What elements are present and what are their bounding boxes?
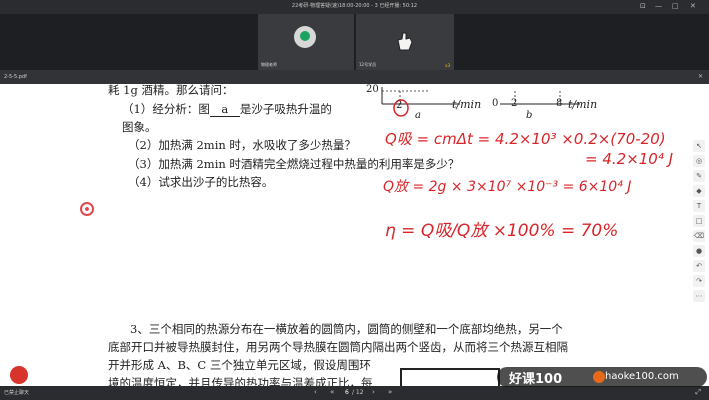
document-tabstrip: 2-5-5.pdf ✕ [0, 70, 709, 84]
shape-tool-icon[interactable]: □ [693, 215, 705, 227]
q1-suffix: 是沙子吸热升温的 [239, 102, 332, 116]
handwriting-line-2: = 4.2×10⁴ J [585, 150, 674, 168]
handwriting-line-3: Q放 = 2g × 3×10⁷ ×10⁻³ = 6×10⁴ J [383, 179, 632, 195]
undo-tool-icon[interactable]: ↶ [693, 260, 705, 272]
watermark-dot-icon [593, 371, 605, 383]
first-page-icon[interactable]: « [330, 388, 334, 396]
graph-label-0: 0 [492, 98, 499, 109]
video-tile-teacher[interactable]: 物理老师 [258, 14, 354, 70]
eraser-tool-icon[interactable]: ◆ [693, 185, 705, 197]
pin-icon[interactable]: ⊡ [640, 2, 646, 10]
graph-label-2b: 2 [511, 98, 518, 109]
bottom-bar: 已禁止聊天 ‹ « 6 / 12 › » ⤢ [0, 386, 709, 400]
question-2: （2）加热满 2min 时，水吸收了多少热量？ [128, 138, 356, 152]
redo-tool-icon[interactable]: ↷ [693, 275, 705, 287]
graph-label-20: 20 [366, 84, 379, 95]
text-line: 耗 1g 酒精。那么请问： [108, 84, 234, 97]
q1-prefix: （1）经分析：图 [122, 102, 210, 116]
graph-label-2: 2 [396, 100, 403, 111]
video-tile-student[interactable]: 12号学员 x3 [356, 14, 454, 70]
page-current: 6 [345, 389, 349, 396]
minimize-icon[interactable]: — [655, 2, 662, 10]
pointer-tool-icon[interactable]: ↖ [693, 140, 705, 152]
q1-blank: a [209, 102, 240, 117]
clear-tool-icon[interactable]: ⌫ [693, 230, 705, 242]
pen-tool-icon[interactable]: ✎ [693, 170, 705, 182]
watermark: 好课100 haoke100.com [497, 367, 707, 387]
graph-b-caption: b [526, 110, 533, 121]
tile-label: 物理老师 [261, 62, 277, 67]
close-icon[interactable]: ✕ [690, 2, 696, 10]
last-page-icon[interactable]: » [388, 388, 392, 396]
hand-cursor-icon [397, 32, 413, 51]
handwriting-line-1: Q吸 = cmΔt = 4.2×10³ ×0.2×(70-20) [385, 130, 666, 148]
handwriting-line-4: η = Q吸/Q放 ×100% = 70% [385, 221, 619, 241]
meeting-topbar: 22考研-物理答疑(速)18:00-20:00 - 3 已经开播: 50:12 … [0, 0, 709, 14]
more-tool-icon[interactable]: ⋯ [693, 290, 705, 302]
text-line: 图象。 [122, 120, 157, 134]
close-icon[interactable]: ✕ [698, 73, 703, 80]
record-button[interactable] [10, 366, 28, 384]
tile-badge: x3 [445, 63, 450, 68]
problem-3-line-1: 3、三个相同的热源分布在一横放着的圆筒内，圆筒的侧壁和一个底部均绝热，另一个 [130, 322, 563, 336]
laser-pointer-icon [80, 202, 94, 216]
question-4: （4）试求出沙子的比热容。 [128, 175, 274, 189]
graph-label-8: 8 [556, 98, 563, 109]
laser-tool-icon[interactable]: ◎ [693, 155, 705, 167]
question-3: （3）加热满 2min 时酒精完全燃烧过程中热量的利用率是多少？ [128, 157, 460, 171]
problem-3-line-3: 开并形成 A、B、C 三个独立单元区域，假设周围环 [108, 358, 371, 372]
meeting-title: 22考研-物理答疑(速)18:00-20:00 - 3 已经开播: 50:12 [291, 3, 418, 9]
annotation-toolbar: ↖ ◎ ✎ ◆ T □ ⌫ ● ↶ ↷ ⋯ [693, 140, 705, 305]
cylinder-figure [400, 368, 500, 386]
graph-a-caption: a [415, 110, 421, 121]
next-page-icon[interactable]: › [372, 388, 375, 396]
page-total: / 12 [352, 389, 364, 396]
avatar [294, 26, 316, 48]
problem-3-line-2: 底部开口并被导热膜封住，用另两个导热膜在圆筒内隔出两个竖齿，从而将三个热源互相隔 [108, 340, 568, 354]
text-tool-icon[interactable]: T [693, 200, 705, 212]
document-page: 耗 1g 酒精。那么请问： （1）经分析：图 a 是沙子吸热升温的 图象。 （2）加… [0, 84, 709, 386]
graph-b-axis: t/min [568, 98, 598, 111]
graph-a-axis: t/min [452, 98, 482, 111]
fullscreen-icon[interactable]: ⤢ [695, 388, 701, 397]
watermark-brand: 好课100 [509, 372, 563, 387]
prev-page-icon[interactable]: ‹ [314, 388, 317, 396]
chat-status: 已禁止聊天 [4, 390, 30, 396]
watermark-url: haoke100.com [605, 371, 679, 382]
color-tool-icon[interactable]: ● [693, 245, 705, 257]
problem-3-line-4: 境的温度恒定，并且传导的热功率与温差成正比，每 [108, 376, 373, 386]
maximize-icon[interactable]: □ [672, 2, 679, 10]
tile-label: 12号学员 [359, 62, 377, 67]
tab-document[interactable]: 2-5-5.pdf [4, 74, 27, 80]
question-1: （1）经分析：图 a 是沙子吸热升温的 [122, 101, 332, 117]
